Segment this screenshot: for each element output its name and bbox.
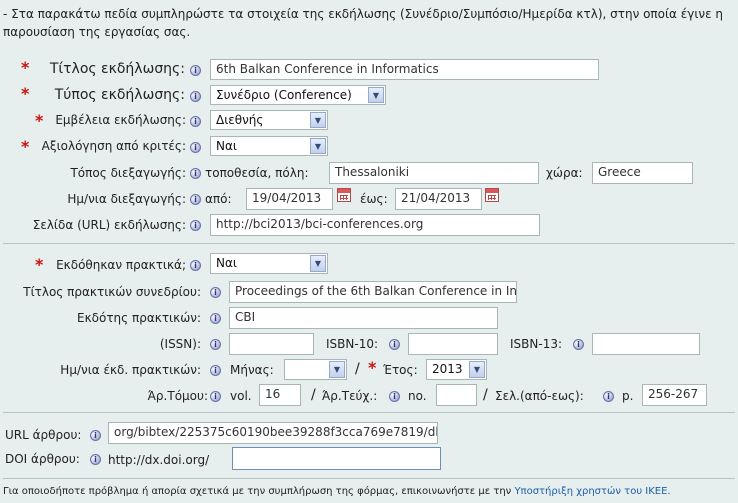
proceedings-title-input[interactable]: Proceedings of the 6th Balkan Conference… bbox=[229, 281, 517, 303]
issue-separator: / bbox=[483, 387, 488, 403]
event-scope-value: Διεθνής bbox=[216, 113, 264, 127]
info-icon[interactable]: i bbox=[210, 391, 221, 402]
isbn10-input[interactable] bbox=[408, 333, 498, 355]
to-label: έως: bbox=[360, 192, 388, 206]
event-scope-label: Εμβέλεια εκδήλωσης: bbox=[55, 113, 186, 127]
info-icon[interactable]: i bbox=[90, 430, 101, 441]
issn-input[interactable] bbox=[229, 333, 314, 355]
year-select[interactable]: 2013 ▼ bbox=[426, 359, 487, 380]
pages-label: Σελ.(από-εως): bbox=[495, 389, 584, 403]
isbn13-label: ISBN-13: bbox=[510, 337, 563, 351]
info-icon[interactable]: i bbox=[389, 339, 400, 350]
info-icon[interactable]: i bbox=[573, 339, 584, 350]
proceedings-title-label: Τίτλος πρακτικών συνεδρίου: bbox=[23, 285, 201, 299]
isbn13-input[interactable] bbox=[592, 333, 700, 355]
section-divider bbox=[3, 412, 735, 413]
month-label: Μήνας: bbox=[230, 363, 274, 377]
isbn10-label: ISBN-10: bbox=[326, 337, 379, 351]
support-link[interactable]: Υποστήριξη χρηστών του ΙΚΕΕ. bbox=[514, 486, 670, 497]
start-date-input[interactable]: 19/04/2013 bbox=[246, 188, 333, 210]
no-prefix: no. bbox=[408, 389, 427, 403]
info-icon[interactable]: i bbox=[210, 313, 221, 324]
doi-input[interactable] bbox=[232, 447, 441, 470]
required-marker: * bbox=[21, 58, 30, 77]
info-icon[interactable]: i bbox=[210, 339, 221, 350]
issue-input[interactable] bbox=[436, 384, 477, 406]
chevron-down-icon[interactable]: ▼ bbox=[469, 361, 485, 378]
info-icon[interactable]: i bbox=[190, 116, 201, 127]
from-label: από: bbox=[205, 192, 232, 206]
volume-input[interactable]: 16 bbox=[259, 384, 301, 406]
event-title-label: Τίτλος εκδήλωσης: bbox=[49, 61, 185, 77]
proceedings-published-label: Εκδόθηκαν πρακτικά; bbox=[56, 258, 186, 272]
chevron-down-icon[interactable]: ▼ bbox=[310, 255, 326, 272]
section-divider bbox=[3, 243, 735, 244]
event-title-input[interactable]: 6th Balkan Conference in Informatics bbox=[210, 59, 599, 80]
proceedings-published-select[interactable]: Ναι ▼ bbox=[210, 253, 328, 274]
intro-text: - Στα παρακάτω πεδία συμπληρώστε τα στοι… bbox=[3, 7, 724, 39]
peer-review-label: Αξιολόγηση από κριτές: bbox=[41, 139, 186, 153]
end-date-input[interactable]: 21/04/2013 bbox=[395, 188, 482, 210]
info-icon[interactable]: i bbox=[90, 454, 101, 465]
article-url-input[interactable]: org/bibtex/225375c60190bee39288f3cca769e… bbox=[108, 422, 438, 444]
chevron-down-icon[interactable]: ▼ bbox=[329, 361, 345, 378]
date-separator: / bbox=[355, 361, 360, 377]
doi-label: DOI άρθρου: bbox=[5, 452, 80, 466]
info-icon[interactable]: i bbox=[190, 220, 201, 231]
info-icon[interactable]: i bbox=[190, 142, 201, 153]
info-icon[interactable]: i bbox=[603, 391, 614, 402]
event-url-label: Σελίδα (URL) εκδήλωσης: bbox=[32, 218, 186, 232]
city-input[interactable]: Thessaloniki bbox=[329, 162, 539, 184]
publisher-label: Εκδότης πρακτικών: bbox=[76, 311, 201, 325]
p-prefix: p. bbox=[622, 389, 634, 403]
required-marker: * bbox=[21, 84, 30, 103]
volume-separator: / bbox=[311, 387, 316, 403]
calendar-icon[interactable] bbox=[337, 188, 351, 202]
volume-label: Άρ.Τόμου: bbox=[147, 389, 208, 403]
required-marker: * bbox=[368, 358, 377, 377]
footer-divider bbox=[3, 478, 735, 479]
info-icon[interactable]: i bbox=[190, 168, 201, 179]
chevron-down-icon[interactable]: ▼ bbox=[310, 138, 326, 154]
info-icon[interactable]: i bbox=[190, 260, 201, 271]
year-value: 2013 bbox=[432, 362, 463, 376]
chevron-down-icon[interactable]: ▼ bbox=[368, 87, 384, 103]
info-icon[interactable]: i bbox=[210, 287, 221, 298]
event-url-input[interactable]: http://bci2013/bci-conferences.org bbox=[210, 214, 540, 236]
footer-note: Για οποιοδήποτε πρόβλημα ή απορία σχετικ… bbox=[3, 486, 671, 497]
vol-prefix: vol. bbox=[230, 389, 252, 403]
peer-review-select[interactable]: Ναι ▼ bbox=[210, 136, 328, 156]
event-type-value: Συνέδριο (Conference) bbox=[216, 88, 352, 102]
proceedings-published-value: Ναι bbox=[216, 256, 237, 270]
country-label: χώρα: bbox=[546, 166, 583, 180]
calendar-icon[interactable] bbox=[485, 188, 499, 202]
publisher-input[interactable]: CBI bbox=[229, 307, 498, 329]
event-scope-select[interactable]: Διεθνής ▼ bbox=[210, 110, 328, 130]
peer-review-value: Ναι bbox=[216, 139, 237, 153]
event-place-label: Τόπος διεξαγωγής: bbox=[70, 166, 186, 180]
info-icon[interactable]: i bbox=[190, 65, 201, 76]
event-type-label: Τύπος εκδήλωσης: bbox=[54, 87, 185, 103]
info-icon[interactable]: i bbox=[190, 91, 201, 102]
info-icon[interactable]: i bbox=[210, 365, 221, 376]
info-icon[interactable]: i bbox=[190, 194, 201, 205]
year-label: Έτος: bbox=[383, 363, 418, 377]
city-sublabel: τοποθεσία, πόλη: bbox=[205, 166, 309, 180]
event-type-select[interactable]: Συνέδριο (Conference) ▼ bbox=[210, 85, 386, 105]
footer-text: Για οποιοδήποτε πρόβλημα ή απορία σχετικ… bbox=[3, 486, 512, 497]
article-url-label: URL άρθρου: bbox=[5, 428, 82, 442]
required-marker: * bbox=[21, 137, 30, 156]
issue-label: Άρ.Τεύχ.: bbox=[322, 389, 378, 403]
info-icon[interactable]: i bbox=[389, 391, 400, 402]
country-input[interactable]: Greece bbox=[592, 162, 693, 184]
chevron-down-icon[interactable]: ▼ bbox=[310, 112, 326, 128]
event-date-label: Ημ/νια διεξαγωγής: bbox=[67, 192, 186, 206]
pages-input[interactable]: 256-267 bbox=[642, 384, 707, 406]
issn-label: (ISSN): bbox=[159, 337, 201, 351]
proceedings-date-label: Ημ/νια έκδ. πρακτικών: bbox=[60, 363, 201, 377]
month-select[interactable]: ▼ bbox=[284, 359, 347, 380]
doi-prefix: http://dx.doi.org/ bbox=[108, 453, 210, 467]
